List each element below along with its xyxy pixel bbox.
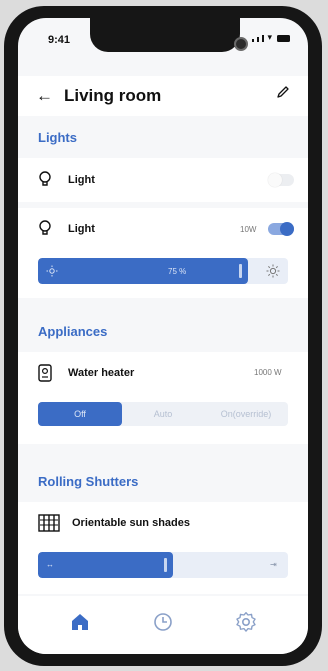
clock-icon[interactable] bbox=[151, 610, 175, 634]
status-time: 9:41 bbox=[48, 34, 71, 46]
page-title: Living room bbox=[64, 86, 162, 105]
shutter-slider[interactable]: ↔ ⇥ bbox=[38, 552, 288, 578]
lights-section-title: Lights bbox=[38, 130, 77, 145]
shutters-section-title: Rolling Shutters bbox=[38, 474, 139, 489]
appliances-section-title: Appliances bbox=[38, 324, 108, 339]
mode-option-auto[interactable]: Auto bbox=[122, 402, 204, 426]
light-label: Light bbox=[68, 174, 95, 186]
brightness-value: 75 % bbox=[168, 267, 187, 276]
shutter-open-icon: ↔ bbox=[46, 560, 54, 569]
sun-low-icon bbox=[46, 265, 58, 277]
phone-frame: 9:41 ▾ ← Living room Lights Light Light … bbox=[4, 6, 322, 666]
water-heater-row: Water heater 1000 W Off Auto On(override… bbox=[18, 352, 308, 444]
mode-option-off[interactable]: Off bbox=[38, 402, 122, 426]
shutter-handle[interactable] bbox=[164, 558, 167, 572]
back-arrow-icon[interactable]: ← bbox=[36, 86, 53, 106]
pencil-svg bbox=[277, 86, 289, 98]
water-heater-label: Water heater bbox=[68, 367, 135, 379]
light-toggle[interactable] bbox=[268, 222, 294, 236]
camera-icon bbox=[234, 37, 248, 51]
shutter-close-icon: ⇥ bbox=[270, 560, 277, 569]
toggle-knob bbox=[268, 173, 282, 187]
shutter-row: Orientable sun shades ↔ ⇥ bbox=[18, 502, 308, 594]
shutter-label: Orientable sun shades bbox=[72, 517, 190, 529]
home-icon[interactable] bbox=[68, 610, 92, 634]
light-row-1: Light bbox=[18, 158, 308, 202]
light-row-2: Light 10W 75 % bbox=[18, 208, 308, 298]
tab-bar bbox=[18, 596, 308, 654]
battery-icon bbox=[277, 35, 290, 42]
mode-option-override[interactable]: On(override) bbox=[204, 402, 288, 426]
status-icons: ▾ bbox=[252, 32, 290, 42]
bulb-icon bbox=[39, 220, 51, 235]
light-label: Light bbox=[68, 223, 95, 235]
brightness-fill bbox=[38, 258, 248, 284]
shutter-fill bbox=[38, 552, 173, 578]
wifi-icon: ▾ bbox=[267, 32, 272, 42]
header: ← Living room bbox=[18, 76, 308, 116]
heater-mode-selector: Off Auto On(override) bbox=[38, 402, 288, 426]
signal-bar bbox=[257, 37, 260, 42]
signal-icon bbox=[252, 39, 255, 42]
light-power: 10W bbox=[240, 225, 257, 234]
brightness-handle[interactable] bbox=[239, 264, 242, 278]
brightness-slider[interactable]: 75 % bbox=[38, 258, 288, 284]
toggle-knob bbox=[280, 222, 294, 236]
edit-pencil-icon[interactable] bbox=[276, 85, 290, 104]
sun-high-icon bbox=[266, 264, 280, 278]
notch bbox=[90, 18, 240, 52]
bulb-icon bbox=[39, 171, 51, 186]
settings-icon[interactable] bbox=[234, 610, 258, 634]
water-heater-icon bbox=[38, 364, 52, 382]
sun-shades-icon bbox=[38, 514, 60, 532]
signal-bar bbox=[262, 35, 265, 42]
water-heater-power: 1000 W bbox=[254, 368, 282, 377]
app-screen: 9:41 ▾ ← Living room Lights Light Light … bbox=[18, 18, 308, 654]
light-toggle[interactable] bbox=[268, 173, 294, 187]
